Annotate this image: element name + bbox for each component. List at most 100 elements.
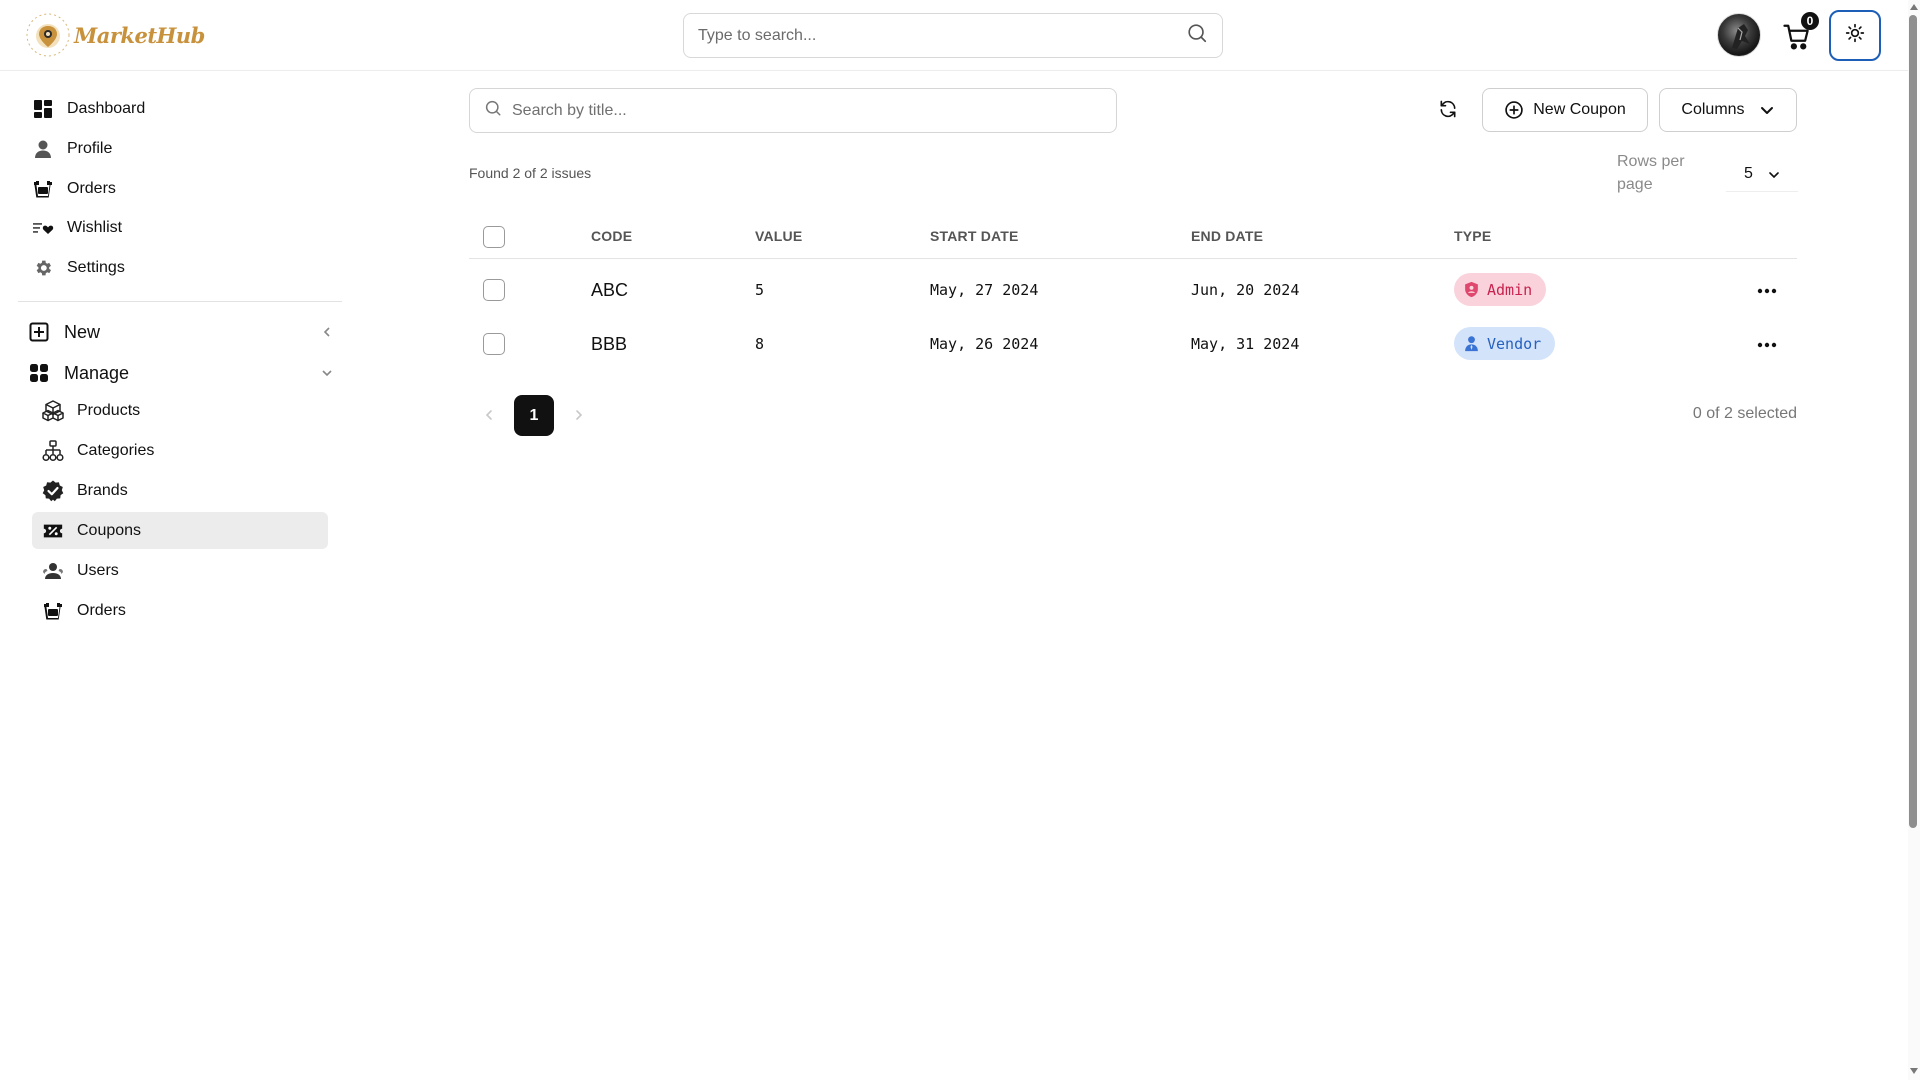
row-actions-button[interactable] bbox=[1754, 278, 1780, 302]
sidebar-item-orders-manage[interactable]: Orders bbox=[32, 592, 328, 629]
search-icon[interactable] bbox=[1186, 22, 1208, 49]
table-row[interactable]: BBB 8 May, 26 2024 May, 31 2024 Vendor bbox=[469, 317, 1797, 371]
coupon-value: 5 bbox=[755, 281, 765, 299]
cart-count-badge: 0 bbox=[1801, 12, 1819, 30]
title-search-input[interactable] bbox=[512, 101, 1102, 120]
global-search-input[interactable] bbox=[698, 26, 1186, 45]
basket-icon bbox=[41, 599, 65, 623]
heart-list-icon bbox=[32, 217, 54, 239]
select-all-checkbox[interactable] bbox=[483, 226, 505, 248]
user-icon bbox=[32, 138, 54, 160]
shield-icon bbox=[1462, 281, 1480, 299]
sun-icon bbox=[1845, 23, 1865, 48]
row-checkbox[interactable] bbox=[483, 333, 505, 355]
row-checkbox[interactable] bbox=[483, 279, 505, 301]
chevron-right-icon bbox=[573, 408, 585, 426]
title-search bbox=[469, 88, 1117, 133]
more-horizontal-icon bbox=[1757, 281, 1777, 299]
row-actions-button[interactable] bbox=[1754, 332, 1780, 356]
users-icon bbox=[41, 559, 65, 583]
coupon-start-date: May, 27 2024 bbox=[930, 281, 1039, 299]
results-summary: Found 2 of 2 issues bbox=[469, 165, 592, 181]
coupon-code: BBB bbox=[591, 334, 628, 354]
type-badge-admin: Admin bbox=[1454, 273, 1547, 306]
boxes-icon bbox=[41, 399, 65, 423]
sidebar-item-label: Products bbox=[77, 401, 141, 419]
refresh-icon bbox=[1438, 99, 1458, 124]
columns-label: Columns bbox=[1681, 101, 1745, 118]
plus-square-icon bbox=[28, 321, 50, 343]
chevron-down-icon[interactable] bbox=[318, 364, 336, 382]
sidebar-item-orders[interactable]: Orders bbox=[32, 171, 116, 207]
rows-per-page-value: 5 bbox=[1744, 164, 1753, 182]
user-avatar[interactable] bbox=[1717, 13, 1761, 57]
sidebar-item-dashboard[interactable]: Dashboard bbox=[32, 91, 145, 127]
sidebar-item-label: Users bbox=[77, 561, 119, 579]
sidebar-item-label: Orders bbox=[67, 180, 116, 197]
chevron-left-icon bbox=[483, 408, 495, 426]
pagination-page-button[interactable]: 1 bbox=[514, 395, 554, 436]
dashboard-icon bbox=[32, 98, 54, 120]
table-header: CODE VALUE START DATE END DATE TYPE bbox=[469, 215, 1797, 259]
pagination-next-button[interactable] bbox=[568, 406, 590, 428]
sidebar-group-manage[interactable]: Manage bbox=[28, 355, 336, 391]
chevron-down-icon bbox=[1759, 102, 1775, 118]
badge-check-icon bbox=[41, 479, 65, 503]
type-badge-vendor: Vendor bbox=[1454, 327, 1556, 360]
global-search bbox=[683, 13, 1223, 58]
gear-icon bbox=[32, 257, 54, 279]
sidebar-item-label: Wishlist bbox=[67, 219, 123, 236]
sidebar-group-label: Manage bbox=[64, 362, 130, 383]
sidebar-divider bbox=[18, 301, 342, 302]
chevron-left-icon[interactable] bbox=[318, 323, 336, 341]
sidebar-item-categories[interactable]: Categories bbox=[32, 432, 328, 469]
new-coupon-label: New Coupon bbox=[1533, 101, 1626, 118]
brand-logo[interactable]: MarketHub bbox=[25, 12, 205, 58]
sidebar-item-profile[interactable]: Profile bbox=[32, 131, 112, 167]
rows-per-page-select[interactable]: 5 bbox=[1726, 156, 1798, 192]
theme-toggle-button[interactable] bbox=[1829, 10, 1881, 61]
sidebar-item-brands[interactable]: Brands bbox=[32, 472, 328, 509]
search-icon bbox=[484, 99, 502, 122]
scroll-down-arrow-icon[interactable] bbox=[1908, 1064, 1920, 1078]
new-coupon-button[interactable]: New Coupon bbox=[1482, 88, 1648, 132]
coupon-end-date: May, 31 2024 bbox=[1191, 335, 1300, 353]
basket-icon bbox=[32, 178, 54, 200]
column-header-end-date[interactable]: END DATE bbox=[1191, 228, 1263, 244]
scrollbar-thumb[interactable] bbox=[1909, 15, 1917, 828]
column-header-type[interactable]: TYPE bbox=[1454, 228, 1491, 244]
brand-name: MarketHub bbox=[74, 22, 205, 48]
chevron-down-icon bbox=[1768, 168, 1780, 186]
sidebar-item-label: Profile bbox=[67, 140, 113, 157]
sidebar-item-wishlist[interactable]: Wishlist bbox=[32, 210, 122, 246]
sidebar-item-label: Dashboard bbox=[67, 100, 146, 117]
sidebar-item-users[interactable]: Users bbox=[32, 552, 328, 589]
sidebar-group-new[interactable]: New bbox=[28, 314, 336, 350]
logo-emblem-icon bbox=[25, 12, 71, 58]
rows-per-page-label: Rows per page bbox=[1617, 153, 1685, 193]
hierarchy-icon bbox=[41, 439, 65, 463]
column-header-value[interactable]: VALUE bbox=[755, 228, 802, 244]
sidebar-item-products[interactable]: Products bbox=[32, 392, 328, 429]
top-header: MarketHub 0 bbox=[0, 0, 1908, 71]
refresh-button[interactable] bbox=[1433, 96, 1463, 126]
plus-circle-icon bbox=[1504, 100, 1524, 120]
column-header-code[interactable]: CODE bbox=[591, 228, 632, 244]
sidebar-group-label: New bbox=[64, 321, 101, 342]
grid-icon bbox=[28, 362, 50, 384]
coupon-code: ABC bbox=[591, 280, 629, 300]
type-badge-label: Vendor bbox=[1487, 334, 1542, 353]
table-row[interactable]: ABC 5 May, 27 2024 Jun, 20 2024 Admin bbox=[469, 263, 1797, 317]
pagination-previous-button[interactable] bbox=[478, 406, 500, 428]
selection-count: 0 of 2 selected bbox=[1692, 405, 1797, 422]
sidebar-item-settings[interactable]: Settings bbox=[32, 250, 125, 286]
cart-button[interactable]: 0 bbox=[1782, 12, 1819, 52]
columns-dropdown-button[interactable]: Columns bbox=[1659, 88, 1797, 132]
coupon-start-date: May, 26 2024 bbox=[930, 335, 1039, 353]
column-header-start-date[interactable]: START DATE bbox=[930, 228, 1019, 244]
sidebar-item-label: Categories bbox=[77, 441, 155, 459]
sidebar-item-label: Coupons bbox=[77, 521, 142, 539]
sidebar-item-coupons[interactable]: Coupons bbox=[32, 512, 328, 549]
user-tie-icon bbox=[1462, 335, 1480, 353]
scroll-up-arrow-icon[interactable] bbox=[1908, 0, 1920, 14]
